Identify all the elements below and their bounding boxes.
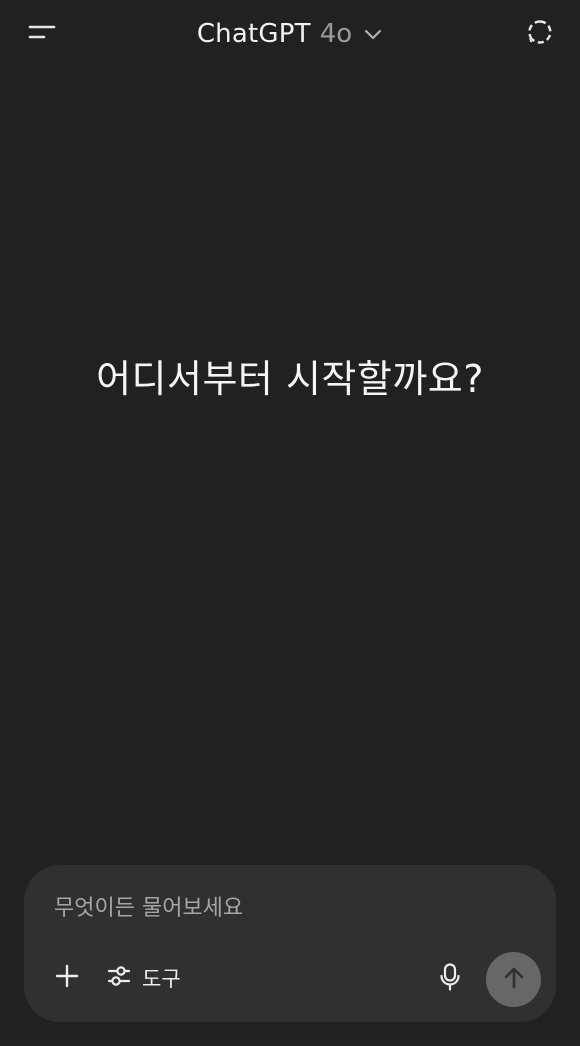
arrow-up-icon bbox=[502, 965, 526, 995]
tools-label: 도구 bbox=[142, 967, 181, 991]
message-input[interactable] bbox=[54, 891, 514, 925]
new-chat-button[interactable] bbox=[520, 16, 560, 52]
chevron-down-icon bbox=[363, 27, 383, 41]
tools-button[interactable]: 도구 bbox=[106, 961, 181, 995]
voice-input-button[interactable] bbox=[432, 961, 468, 997]
plus-icon bbox=[54, 963, 80, 993]
model-selector[interactable]: ChatGPT 4o bbox=[0, 14, 580, 54]
send-button[interactable] bbox=[486, 952, 541, 1007]
app-title: ChatGPT bbox=[196, 19, 311, 49]
welcome-heading: 어디서부터 시작할까요? bbox=[96, 357, 484, 401]
model-version: 4o bbox=[319, 19, 353, 49]
add-attachment-button[interactable] bbox=[50, 961, 84, 995]
composer: 도구 bbox=[24, 865, 556, 1022]
top-bar: ChatGPT 4o bbox=[0, 0, 580, 70]
new-chat-icon bbox=[526, 18, 554, 50]
sliders-icon bbox=[106, 963, 132, 993]
microphone-icon bbox=[438, 962, 462, 996]
